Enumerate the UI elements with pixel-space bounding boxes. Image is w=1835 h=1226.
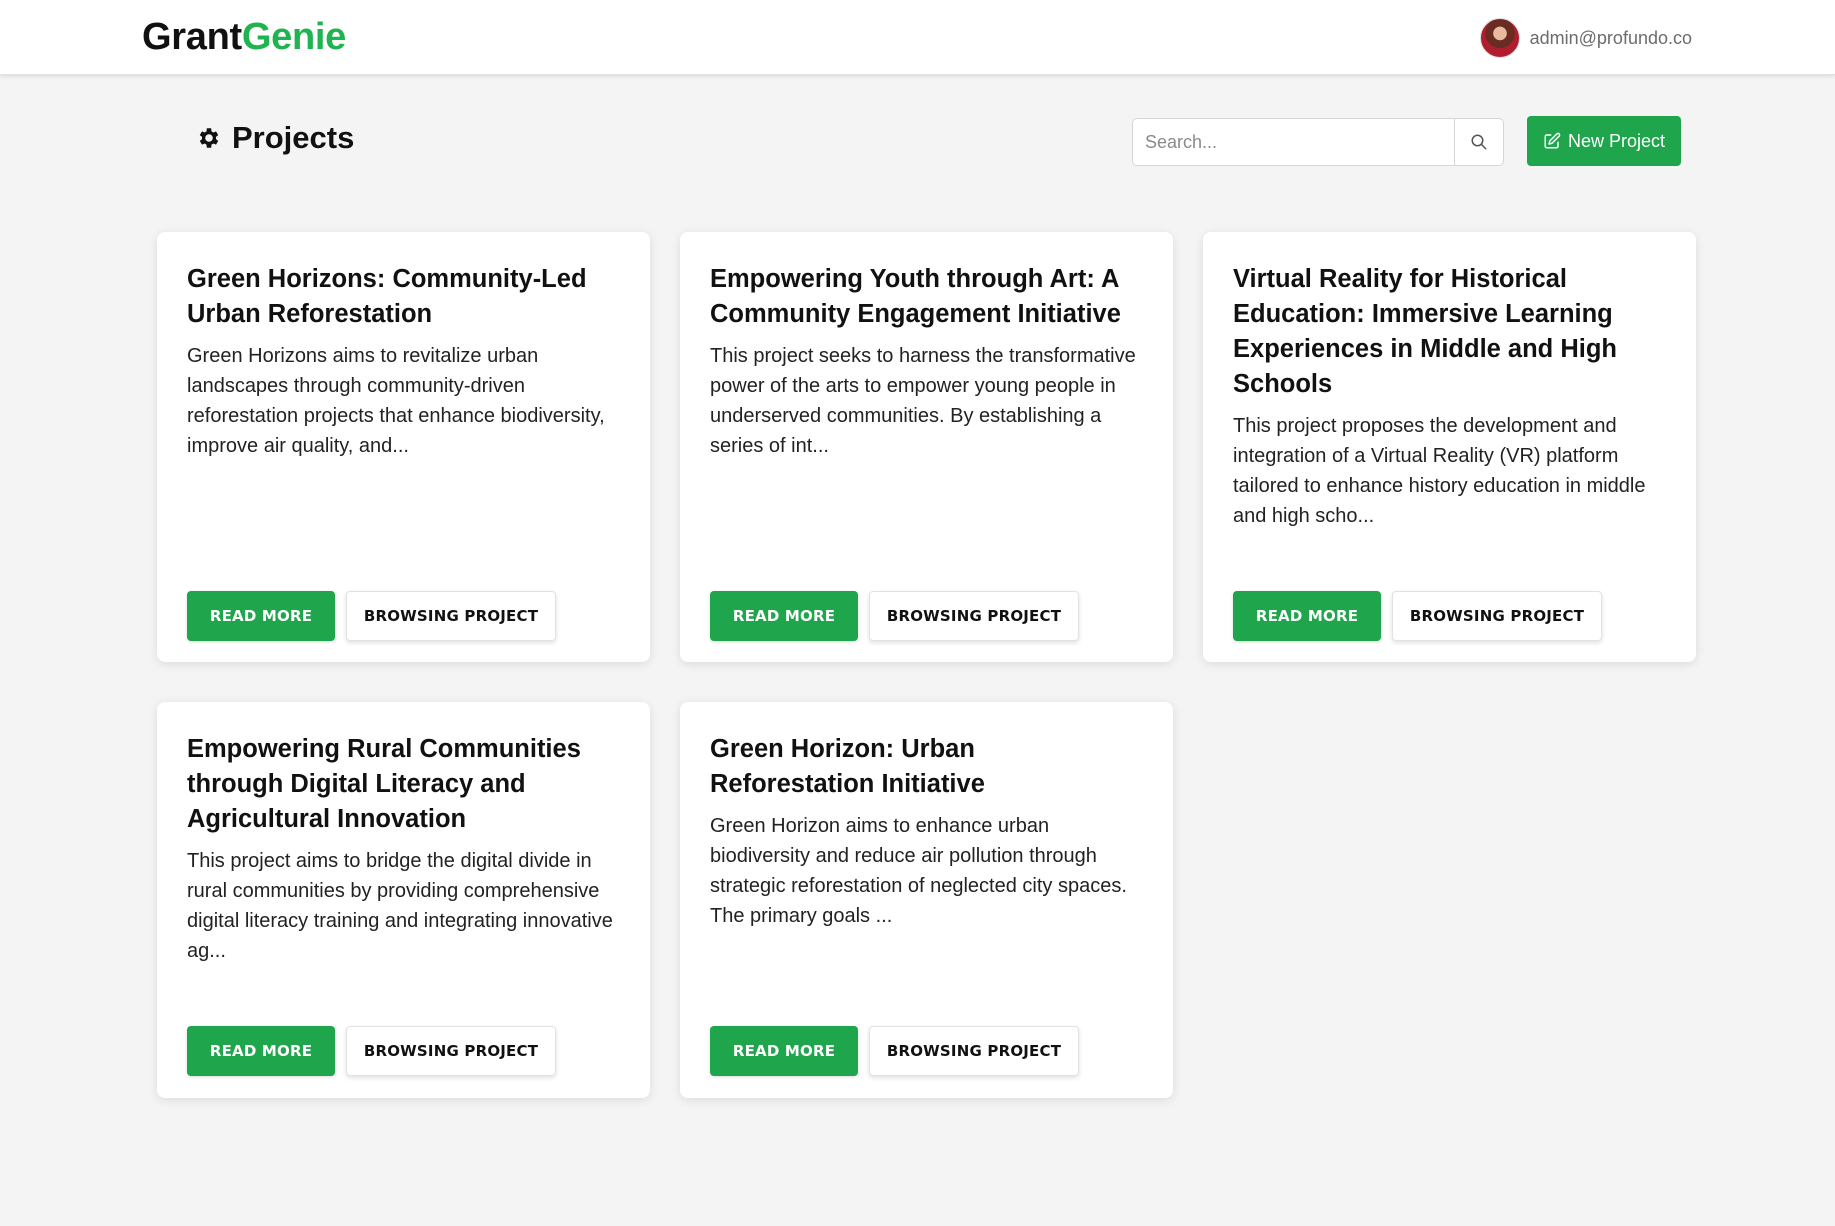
project-description: This project aims to bridge the digital … [187, 850, 613, 962]
search-input[interactable] [1133, 119, 1454, 165]
project-title: Green Horizon: Urban Reforestation Initi… [710, 735, 985, 798]
browsing-project-button[interactable]: BROWSING PROJECT [346, 591, 556, 641]
user-menu[interactable]: admin@profundo.co [1479, 18, 1692, 58]
project-card: Empowering Youth through Art: A Communit… [680, 232, 1173, 662]
project-card: Empowering Rural Communities through Dig… [157, 702, 650, 1098]
read-more-button[interactable]: READ MORE [710, 591, 858, 641]
search-icon [1471, 134, 1487, 150]
project-card: Green Horizon: Urban Reforestation Initi… [680, 702, 1173, 1098]
project-title: Empowering Rural Communities through Dig… [187, 735, 581, 833]
brand-logo[interactable]: GrantGenie [142, 16, 346, 59]
project-title: Virtual Reality for Historical Education… [1233, 265, 1617, 398]
read-more-button[interactable]: READ MORE [187, 1026, 335, 1076]
project-description: Green Horizon aims to enhance urban biod… [710, 815, 1127, 927]
top-navbar: GrantGenie admin@profundo.co [0, 0, 1835, 75]
page-title-text: Projects [232, 120, 355, 155]
read-more-button[interactable]: READ MORE [187, 591, 335, 641]
project-card: Green Horizons: Community-Led Urban Refo… [157, 232, 650, 662]
avatar[interactable] [1479, 18, 1520, 58]
search-button[interactable] [1454, 119, 1503, 165]
new-project-label: New Project [1567, 130, 1666, 151]
browsing-project-button[interactable]: BROWSING PROJECT [869, 1026, 1079, 1076]
page-title: Projects [196, 120, 354, 156]
browsing-project-button[interactable]: BROWSING PROJECT [869, 591, 1079, 641]
project-description: This project proposes the development an… [1233, 415, 1646, 527]
read-more-button[interactable]: READ MORE [710, 1026, 858, 1076]
browsing-project-button[interactable]: BROWSING PROJECT [346, 1026, 556, 1076]
project-description: Green Horizons aims to revitalize urban … [187, 345, 605, 457]
project-title: Empowering Youth through Art: A Communit… [710, 265, 1121, 328]
user-email[interactable]: admin@profundo.co [1530, 28, 1692, 49]
project-description: This project seeks to harness the transf… [710, 345, 1136, 457]
project-card: Virtual Reality for Historical Education… [1203, 232, 1696, 662]
new-project-button[interactable]: New Project [1527, 116, 1681, 166]
gear-icon [199, 128, 219, 148]
project-title: Green Horizons: Community-Led Urban Refo… [187, 265, 587, 328]
browsing-project-button[interactable]: BROWSING PROJECT [1392, 591, 1602, 641]
read-more-button[interactable]: READ MORE [1233, 591, 1381, 641]
edit-icon [1544, 132, 1561, 149]
search-box [1132, 118, 1504, 166]
